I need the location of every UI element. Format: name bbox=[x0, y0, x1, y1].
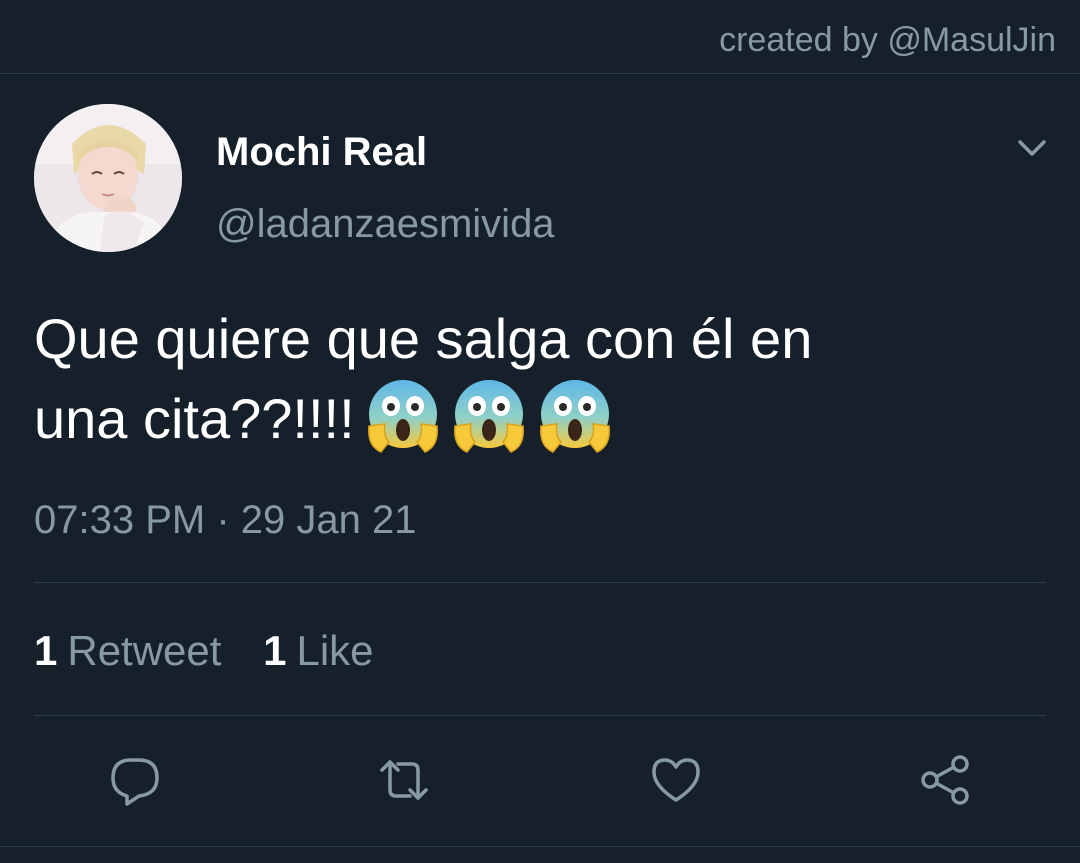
reply-icon[interactable] bbox=[107, 752, 163, 808]
screaming-face-emoji-icon bbox=[535, 376, 615, 456]
credit-bar: created by @MasulJin bbox=[0, 0, 1080, 74]
retweets-count: 1 bbox=[34, 627, 58, 674]
retweet-icon[interactable] bbox=[376, 752, 432, 808]
like-icon[interactable] bbox=[648, 752, 704, 808]
tweet-text: Que quiere que salga con él en una cita?… bbox=[34, 302, 1054, 474]
screaming-face-emoji-icon bbox=[449, 376, 529, 456]
likes-label: Like bbox=[296, 627, 374, 674]
tweet-text-line-1: Que quiere que salga con él en bbox=[34, 307, 813, 370]
user-handle[interactable]: @ladanzaesmivida bbox=[216, 200, 555, 248]
avatar-image bbox=[34, 104, 182, 252]
screaming-face-emoji-icon bbox=[363, 376, 443, 456]
divider-bottom bbox=[34, 715, 1046, 716]
tweet-timestamp[interactable]: 07:33 PM · 29 Jan 21 bbox=[34, 496, 416, 544]
avatar[interactable] bbox=[34, 104, 182, 252]
likes-stat[interactable]: 1 Like bbox=[263, 626, 373, 676]
tweet-text-line-2-container: una cita??!!!! bbox=[34, 376, 1054, 474]
tweet-stats: 1 Retweet 1 Like bbox=[34, 626, 404, 676]
divider-top bbox=[34, 582, 1046, 583]
credit-text: created by @MasulJin bbox=[719, 21, 1056, 59]
retweets-label: Retweet bbox=[67, 627, 222, 674]
tweet-screenshot: created by @MasulJin Mochi Real @ladanza… bbox=[0, 0, 1080, 863]
display-name[interactable]: Mochi Real bbox=[216, 128, 427, 176]
chevron-down-icon[interactable] bbox=[1012, 128, 1052, 168]
tweet-text-line-2: una cita??!!!! bbox=[34, 387, 355, 450]
likes-count: 1 bbox=[263, 627, 287, 674]
retweets-stat[interactable]: 1 Retweet bbox=[34, 626, 221, 676]
share-icon[interactable] bbox=[918, 752, 974, 808]
bottom-divider bbox=[0, 846, 1080, 847]
emoji-row bbox=[363, 376, 621, 474]
